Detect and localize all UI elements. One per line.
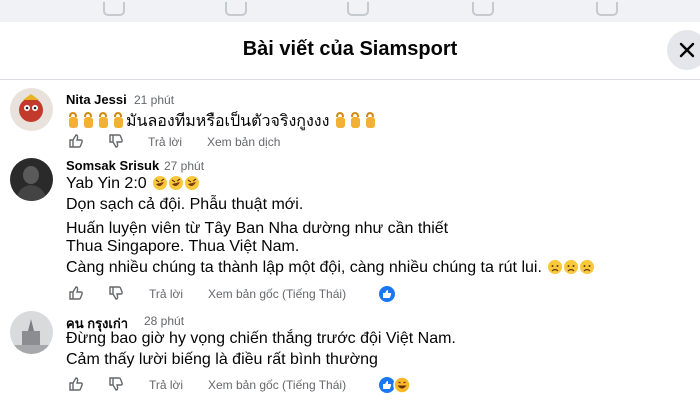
- rofl-emoji: [152, 175, 168, 196]
- comment-text-line: Cảm thấy lười biếng là điều rất bình thư…: [66, 351, 378, 368]
- video-icon[interactable]: [225, 2, 247, 16]
- comment-text-line: Đừng bao giờ hy vọng chiến thắng trước đ…: [66, 330, 456, 347]
- comment-time[interactable]: 27 phút: [164, 159, 204, 173]
- avatar[interactable]: [10, 88, 53, 131]
- comment-time[interactable]: 21 phút: [134, 93, 174, 107]
- reply-link[interactable]: Trả lời: [149, 287, 183, 301]
- comment-text: Yab Yin 2:0: [66, 175, 147, 192]
- close-icon: [679, 42, 695, 58]
- avatar[interactable]: [10, 311, 53, 354]
- close-button[interactable]: [667, 30, 700, 70]
- modal-header: Bài viết của Siamsport: [0, 22, 700, 80]
- pinching-hand-emoji: [66, 111, 81, 134]
- comment-text-line: มันลองทีมหรือเป็นตัวจริงกูงงง: [66, 109, 378, 134]
- comment-text-line: Càng nhiều chúng ta thành lập một đội, c…: [66, 259, 595, 280]
- dislike-icon[interactable]: [108, 133, 126, 151]
- pinching-hand-emoji: [333, 111, 348, 134]
- dislike-icon[interactable]: [108, 285, 126, 303]
- reactions-badge[interactable]: [378, 376, 418, 396]
- pinching-hand-emoji: [81, 111, 96, 134]
- marketplace-icon[interactable]: [347, 2, 369, 16]
- comment-author[interactable]: Nita Jessi: [66, 92, 127, 107]
- see-original-link[interactable]: Xem bản gốc (Tiếng Thái): [208, 378, 346, 392]
- reply-link[interactable]: Trả lời: [149, 378, 183, 392]
- comment-text: Càng nhiều chúng ta thành lập một đội, c…: [66, 259, 542, 276]
- comment-time[interactable]: 28 phút: [144, 314, 184, 328]
- sad-face-emoji: [563, 259, 579, 280]
- like-icon[interactable]: [68, 376, 86, 394]
- groups-icon[interactable]: [472, 2, 494, 16]
- comment-text-line: Thua Singapore. Thua Việt Nam.: [66, 238, 300, 255]
- comment-text: มันลองทีมหรือเป็นตัวจริงกูงงง: [126, 113, 330, 130]
- top-nav-bar: [0, 0, 700, 22]
- comment-text-line: Yab Yin 2:0: [66, 175, 200, 196]
- comment-actions: Trả lời Xem bản gốc (Tiếng Thái): [66, 285, 426, 305]
- like-reaction-badge[interactable]: [378, 285, 396, 305]
- pinching-hand-emoji: [348, 111, 363, 134]
- like-icon[interactable]: [68, 285, 86, 303]
- comment-actions: Trả lời Xem bản gốc (Tiếng Thái): [66, 376, 426, 396]
- pinching-hand-emoji: [363, 111, 378, 134]
- gaming-icon[interactable]: [596, 2, 618, 16]
- pinching-hand-emoji: [96, 111, 111, 134]
- pinching-hand-emoji: [111, 111, 126, 134]
- avatar[interactable]: [10, 158, 53, 201]
- see-translation-link[interactable]: Xem bản dịch: [207, 135, 280, 149]
- see-original-link[interactable]: Xem bản gốc (Tiếng Thái): [208, 287, 346, 301]
- reply-link[interactable]: Trả lời: [148, 135, 182, 149]
- comment-author[interactable]: Somsak Srisuk: [66, 158, 159, 173]
- comment-text-line: Dọn sạch cả đội. Phẫu thuật mới.: [66, 196, 304, 213]
- like-icon[interactable]: [68, 133, 86, 151]
- comment-text-line: Huấn luyện viên từ Tây Ban Nha dường như…: [66, 220, 449, 237]
- modal-title: Bài viết của Siamsport: [242, 38, 458, 60]
- rofl-emoji: [184, 175, 200, 196]
- rofl-emoji: [168, 175, 184, 196]
- home-icon[interactable]: [103, 2, 125, 16]
- comment-actions: Trả lời Xem bản dịch: [66, 133, 366, 153]
- dislike-icon[interactable]: [108, 376, 126, 394]
- sad-face-emoji: [547, 259, 563, 280]
- sad-face-emoji: [579, 259, 595, 280]
